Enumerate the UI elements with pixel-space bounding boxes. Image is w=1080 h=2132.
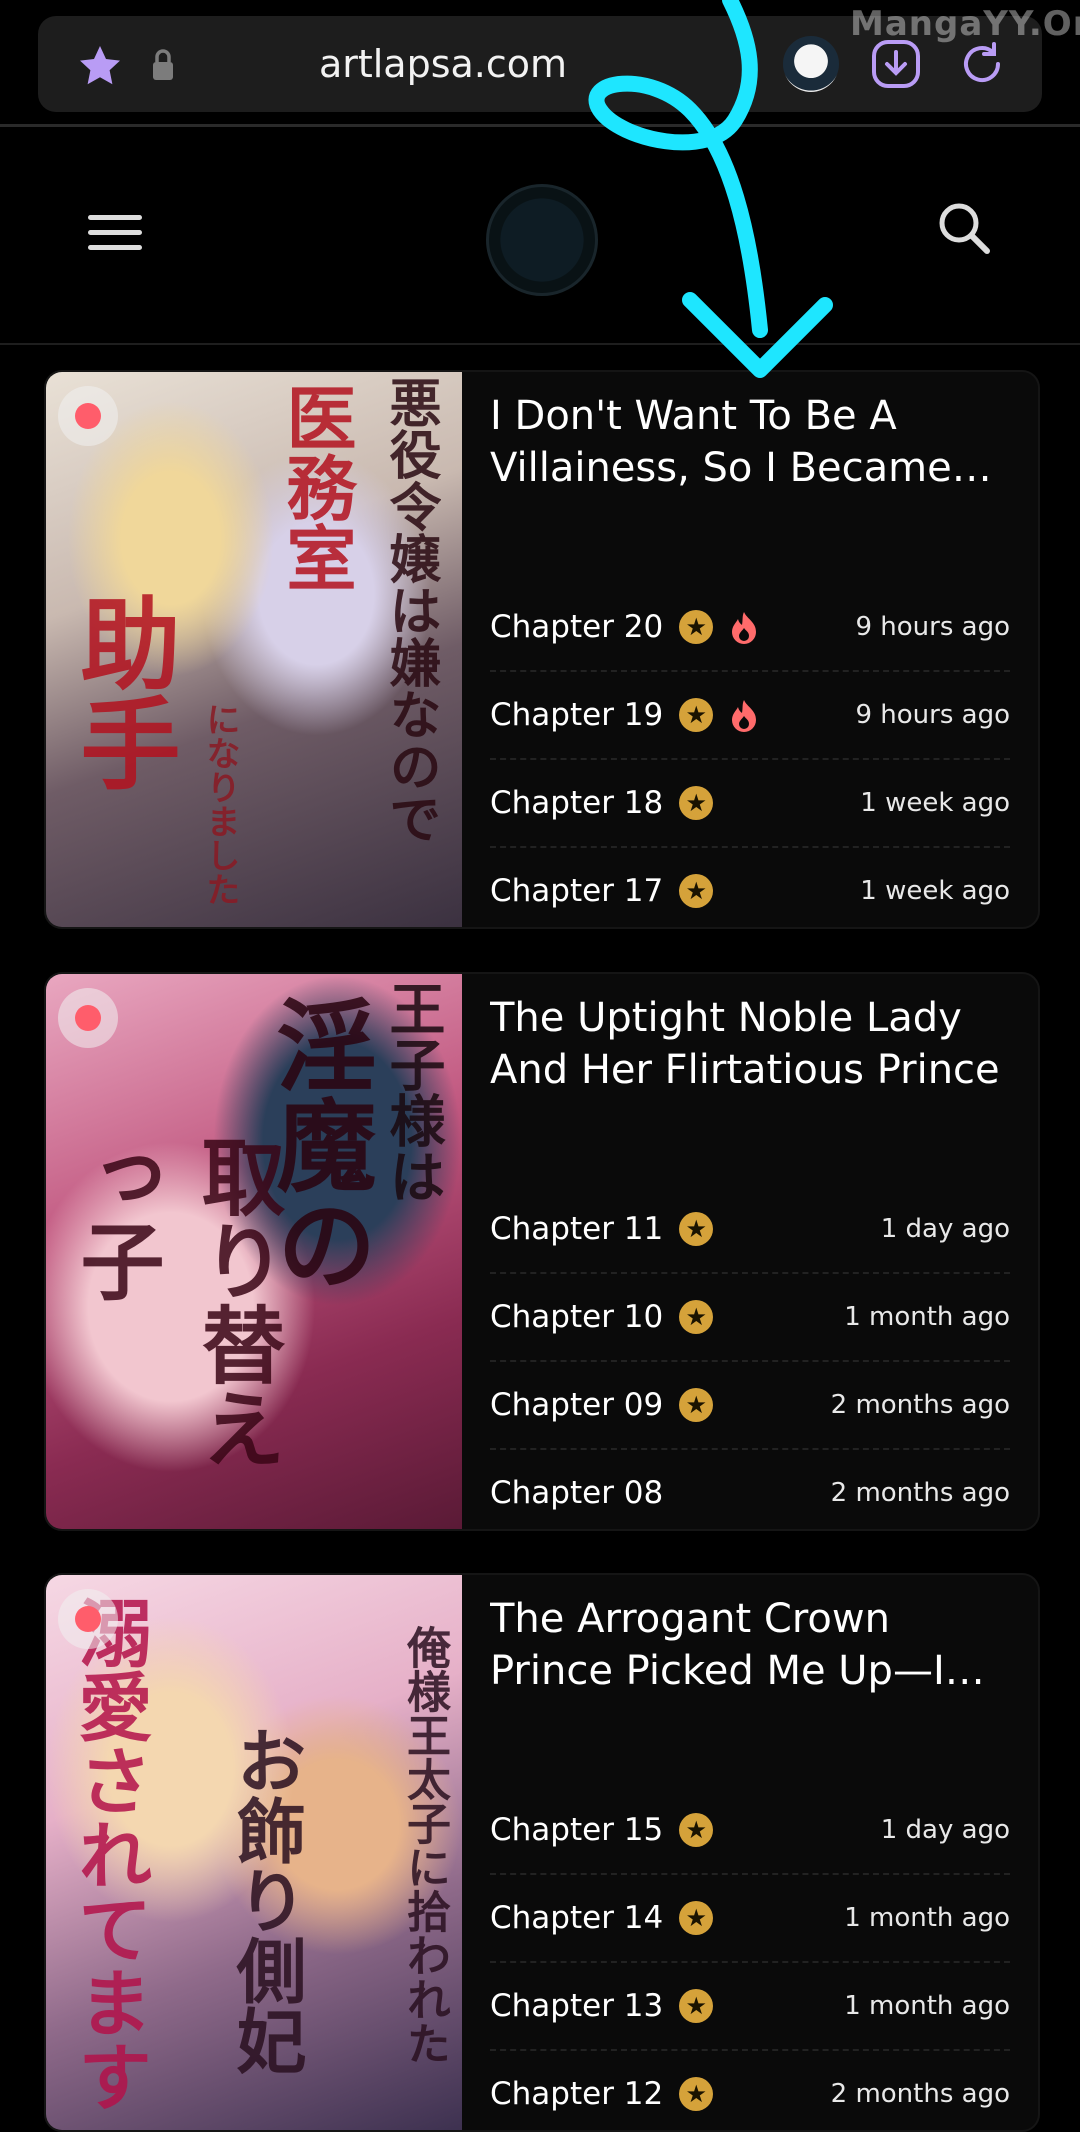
chapter-row[interactable]: Chapter 12 ★ 2 months ago [490,2051,1010,2130]
manga-card[interactable]: 俺様王太子に拾われた お飾り側妃 溺愛されてます The Arrogant Cr… [44,1573,1040,2132]
reload-icon[interactable] [954,36,1010,92]
url-text[interactable]: artlapsa.com [203,38,683,90]
bookmark-button[interactable] [58,988,118,1048]
chapter-time: 9 hours ago [855,700,1010,730]
chapter-label[interactable]: Chapter 18 [490,785,663,821]
chapter-time: 1 month ago [844,1991,1010,2021]
chapter-time: 2 months ago [830,1390,1010,1420]
manga-cover-image[interactable]: 王子様は 淫魔の 取り替えっ子 [46,974,462,1529]
manga-title[interactable]: The Arrogant Crown Prince Picked Me Up—I… [490,1593,1010,1697]
chapter-time: 1 month ago [844,1302,1010,1332]
hamburger-menu-icon[interactable] [88,215,142,255]
star-badge-icon: ★ [679,1300,714,1334]
cover-title-text: 助手 [63,592,181,792]
cover-title-text: 医務室 [275,382,358,592]
divider [0,343,1080,345]
cover-title-text: 溺愛されてます [66,1595,152,2113]
chapter-row[interactable]: Chapter 18 ★ 1 week ago [490,760,1010,848]
watermark-text: MangaYY.Org [850,4,1080,44]
chapter-label[interactable]: Chapter 10 [490,1299,663,1335]
chapter-time: 1 month ago [844,1903,1010,1933]
chapter-time: 1 day ago [880,1815,1010,1845]
chapter-row[interactable]: Chapter 20 ★ 9 hours ago [490,584,1010,672]
chapter-time: 1 week ago [860,876,1010,906]
star-badge-icon: ★ [679,610,714,644]
fire-icon [729,698,759,732]
star-badge-icon: ★ [679,786,714,820]
star-badge-icon: ★ [679,698,714,732]
manga-title[interactable]: I Don't Want To Be A Villainess, So I Be… [490,390,1010,494]
cover-title-text: 悪役令嬢は嫌なので [380,376,441,844]
chapter-row[interactable]: Chapter 11 ★ 1 day ago [490,1186,1010,1274]
divider [0,124,1080,127]
search-icon[interactable] [934,198,994,258]
manga-cover-image[interactable]: 悪役令嬢は嫌なので 医務室 助手 になりました [46,372,462,927]
site-logo-icon[interactable] [486,184,598,296]
cover-title-text: 取り替えっ子 [67,1134,287,1470]
manga-card[interactable]: 王子様は 淫魔の 取り替えっ子 The Uptight Noble Lady A… [44,972,1040,1531]
chapter-label[interactable]: Chapter 13 [490,1988,663,2024]
bookmark-button[interactable] [58,1589,118,1649]
manga-title[interactable]: The Uptight Noble Lady And Her Flirtatio… [490,992,1010,1096]
lock-icon[interactable] [150,48,176,82]
star-badge-icon: ★ [679,874,714,908]
chapter-label[interactable]: Chapter 20 [490,609,663,645]
chapter-label[interactable]: Chapter 11 [490,1211,663,1247]
star-badge-icon: ★ [679,1901,714,1935]
chapter-row[interactable]: Chapter 15 ★ 1 day ago [490,1787,1010,1875]
chapter-row[interactable]: Chapter 13 ★ 1 month ago [490,1963,1010,2051]
star-badge-icon: ★ [679,1813,714,1847]
chapter-row[interactable]: Chapter 08 2 months ago [490,1450,1010,1529]
chapter-label[interactable]: Chapter 09 [490,1387,663,1423]
cover-title-text: 俺様王太子に拾われた [399,1625,450,2065]
download-icon[interactable] [868,36,924,92]
chapter-time: 9 hours ago [855,612,1010,642]
chapter-label[interactable]: Chapter 08 [490,1475,663,1511]
chapter-time: 2 months ago [830,2079,1010,2109]
chapter-label[interactable]: Chapter 12 [490,2076,663,2112]
chapter-time: 2 months ago [830,1478,1010,1508]
star-badge-icon: ★ [679,1989,714,2023]
chapter-row[interactable]: Chapter 09 ★ 2 months ago [490,1362,1010,1450]
manga-cover-image[interactable]: 俺様王太子に拾われた お飾り側妃 溺愛されてます [46,1575,462,2130]
chapter-label[interactable]: Chapter 15 [490,1812,663,1848]
manga-card[interactable]: 悪役令嬢は嫌なので 医務室 助手 になりました I Don't Want To … [44,370,1040,929]
bookmark-button[interactable] [58,386,118,446]
chapter-row[interactable]: Chapter 17 ★ 1 week ago [490,848,1010,927]
chapter-time: 1 week ago [860,788,1010,818]
star-badge-icon: ★ [679,1388,714,1422]
chapter-row[interactable]: Chapter 10 ★ 1 month ago [490,1274,1010,1362]
chapter-label[interactable]: Chapter 19 [490,697,663,733]
star-badge-icon: ★ [679,1212,714,1246]
chapter-row[interactable]: Chapter 14 ★ 1 month ago [490,1875,1010,1963]
site-favicon-icon [783,36,839,92]
chapter-label[interactable]: Chapter 14 [490,1900,663,1936]
cover-title-text: になりました [200,702,240,906]
bookmark-star-icon[interactable] [76,42,124,90]
cover-title-text: お飾り側妃 [225,1725,308,2075]
fire-icon [729,610,759,644]
chapter-row[interactable]: Chapter 19 ★ 9 hours ago [490,672,1010,760]
chapter-time: 1 day ago [880,1214,1010,1244]
chapter-label[interactable]: Chapter 17 [490,873,663,909]
star-badge-icon: ★ [679,2077,714,2111]
